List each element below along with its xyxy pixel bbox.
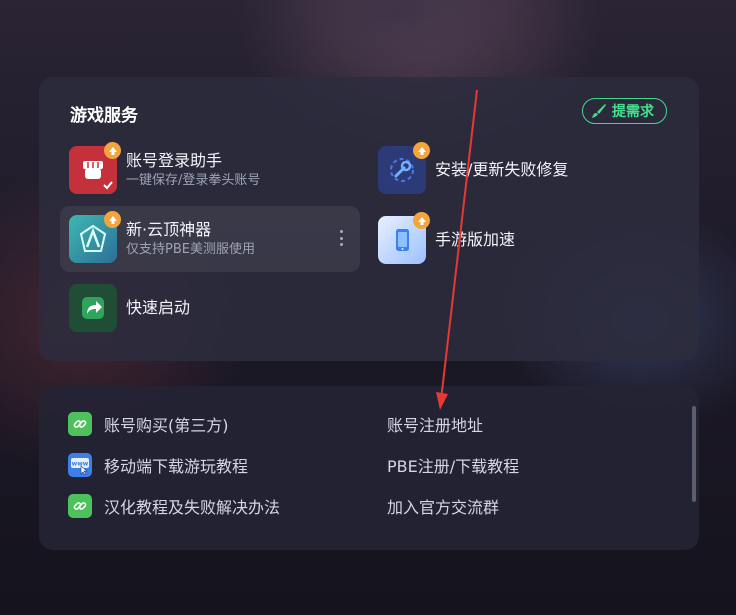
brush-icon	[592, 104, 606, 118]
game-services-panel: 游戏服务 提需求 账号登录助手 一键保存/登录拳头账号 安装/更新失败修复 新·…	[39, 77, 699, 361]
service-name: 手游版加速	[435, 230, 516, 249]
link-label: 汉化教程及失败解决办法	[104, 498, 281, 517]
svg-text:www: www	[72, 461, 89, 468]
tft-emblem-icon	[69, 211, 121, 263]
link-label: 加入官方交流群	[387, 498, 500, 517]
scrollbar[interactable]	[692, 406, 696, 502]
link-label: PBE注册/下载教程	[387, 457, 520, 476]
service-name: 账号登录助手	[126, 151, 223, 170]
quick-launch-icon	[69, 284, 117, 332]
link-mobile-tutorial[interactable]: www 移动端下载游玩教程	[68, 453, 248, 477]
service-tft-tool[interactable]: 新·云顶神器 仅支持PBE美测服使用	[60, 206, 360, 272]
background-artwork	[250, 0, 550, 80]
link-localization-tutorial[interactable]: 汉化教程及失败解决办法	[68, 494, 280, 518]
service-mobile-acceleration[interactable]: 手游版加速	[378, 212, 668, 265]
request-feature-label: 提需求	[612, 104, 654, 120]
update-badge-icon	[413, 212, 430, 229]
service-name: 快速启动	[126, 298, 191, 317]
www-cursor-icon: www	[68, 453, 92, 477]
link-join-official-group[interactable]: 加入官方交流群	[387, 494, 499, 518]
phone-icon	[378, 212, 430, 264]
service-subtitle: 一键保存/登录拳头账号	[126, 173, 261, 188]
check-icon	[103, 181, 113, 190]
link-label: 移动端下载游玩教程	[104, 457, 249, 476]
service-name: 新·云顶神器	[126, 220, 212, 239]
request-feature-button[interactable]: 提需求	[582, 98, 667, 124]
service-subtitle: 仅支持PBE美测服使用	[126, 242, 255, 257]
service-name: 安装/更新失败修复	[435, 160, 569, 179]
update-badge-icon	[104, 211, 121, 228]
update-badge-icon	[413, 142, 430, 159]
fist-icon	[69, 142, 121, 194]
more-options-icon[interactable]	[338, 230, 344, 246]
service-install-repair[interactable]: 安装/更新失败修复	[378, 142, 668, 195]
link-account-registration[interactable]: 账号注册地址	[387, 412, 483, 436]
update-badge-icon	[104, 142, 121, 159]
link-icon	[68, 412, 92, 436]
link-account-purchase[interactable]: 账号购买(第三方)	[68, 412, 229, 436]
section-title: 游戏服务	[70, 106, 138, 126]
links-panel: 账号购买(第三方) www 移动端下载游玩教程 汉化教程及失败解决办法 账号注册…	[39, 386, 699, 550]
wrench-icon	[378, 142, 430, 194]
link-icon	[68, 494, 92, 518]
service-quick-launch[interactable]: 快速启动	[69, 283, 349, 333]
link-label: 账号注册地址	[387, 416, 484, 435]
link-label: 账号购买(第三方)	[104, 416, 229, 435]
link-pbe-tutorial[interactable]: PBE注册/下载教程	[387, 453, 519, 477]
service-account-login-helper[interactable]: 账号登录助手 一键保存/登录拳头账号	[69, 142, 349, 195]
